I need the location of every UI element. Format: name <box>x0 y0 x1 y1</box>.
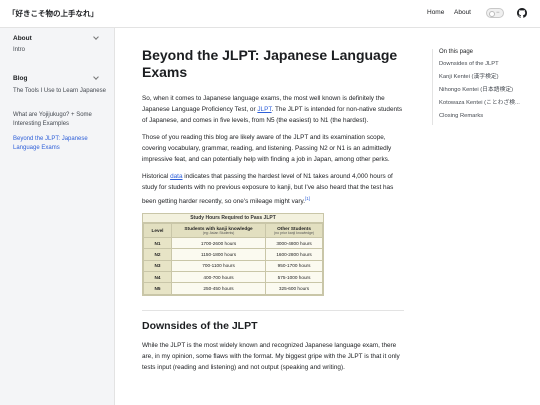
table-cell-level: N1 <box>143 237 172 250</box>
site-title[interactable]: 「好きこそ物の上手なれ」 <box>8 8 98 19</box>
data-link[interactable]: data <box>170 173 182 180</box>
paragraph: So, when it comes to Japanese language e… <box>142 93 404 126</box>
chevron-down-icon[interactable] <box>93 74 99 80</box>
paragraph-text: Historical <box>142 173 171 180</box>
column-header-label: Other Students <box>277 225 311 231</box>
jlpt-link[interactable]: JLPT <box>257 106 271 113</box>
top-navbar: 「好きこそ物の上手なれ」 Home About − <box>0 0 540 28</box>
article: Beyond the JLPT: Japanese Language Exams… <box>142 47 404 379</box>
column-header-label: Students with kanji knowledge <box>184 225 253 231</box>
github-icon[interactable] <box>517 8 527 18</box>
paragraph: Those of you reading this blog are likel… <box>142 134 392 163</box>
column-header: Students with kanji knowledge (eg: Asian … <box>170 223 267 239</box>
table-row: N3 700-1100 hours 950-1700 hours <box>143 259 323 273</box>
table-cell: 575-1000 hours <box>265 271 323 284</box>
table-row: N4 400-700 hours 575-1000 hours <box>143 271 323 284</box>
table-cell: 1600-2800 hours <box>265 248 323 261</box>
sidebar-category-blog[interactable]: Blog <box>13 75 27 82</box>
toc-item-kotowaza-kentei[interactable]: Kotowaza Kentei (ことわざ検... <box>439 99 537 107</box>
column-header-sublabel: (eg: Asian Students) <box>202 230 235 235</box>
chevron-down-icon[interactable] <box>93 34 99 40</box>
table-cell-level: N2 <box>143 248 172 261</box>
table-cell-level: N3 <box>143 259 172 273</box>
table-row: N1 1700-2600 hours 3000-4800 hours <box>143 237 323 250</box>
toc-item-kanji-kentei[interactable]: Kanji Kentei (漢字検定) <box>439 73 537 81</box>
toc-item-closing-remarks[interactable]: Closing Remarks <box>439 112 537 120</box>
toc-item-downsides[interactable]: Downsides of the JLPT <box>439 60 537 68</box>
minus-icon: − <box>496 10 500 16</box>
table-row: N2 1150-1800 hours 1600-2800 hours <box>143 248 323 261</box>
table-cell: 1700-2600 hours <box>170 237 267 250</box>
sidebar-item-intro[interactable]: Intro <box>13 46 108 55</box>
column-header: Level <box>143 223 172 239</box>
table-cell: 950-1700 hours <box>265 259 323 273</box>
table-cell: 325-600 hours <box>265 282 323 295</box>
table-cell: 3000-4800 hours <box>265 237 323 250</box>
footnote-link[interactable]: [1] <box>305 196 310 201</box>
nav-home-link[interactable]: Home <box>427 9 444 16</box>
sidebar: About Intro Blog The Tools I Use to Lear… <box>0 28 115 405</box>
table-header-row: Level Students with kanji knowledge (eg: … <box>143 223 323 239</box>
sidebar-item-beyond-jlpt[interactable]: Beyond the JLPT: Japanese Language Exams <box>13 135 108 153</box>
theme-toggle-icon[interactable]: − <box>486 8 504 18</box>
column-header-sublabel: (no prior kanji knowledge) <box>274 230 315 235</box>
table-cell: 400-700 hours <box>170 271 267 284</box>
study-hours-table: Level Students with kanji knowledge (eg: … <box>143 223 323 295</box>
column-header: Other Students (no prior kanji knowledge) <box>265 223 323 239</box>
study-hours-table-image: Study Hours Required to Pass JLPT Level … <box>142 213 324 296</box>
toggle-knob <box>489 10 495 17</box>
table-cell: 1150-1800 hours <box>170 248 267 261</box>
sidebar-item-tools[interactable]: The Tools I Use to Learn Japanese <box>13 87 108 96</box>
nav-about-link[interactable]: About <box>454 9 471 16</box>
paragraph: While the JLPT is the most widely known … <box>142 341 400 371</box>
table-cell: 700-1100 hours <box>170 259 267 273</box>
paragraph: Historical data indicates that passing t… <box>142 171 404 207</box>
section-heading: Downsides of the JLPT <box>142 319 258 332</box>
page-title: Beyond the JLPT: Japanese Language Exams <box>142 47 398 80</box>
toc-title: On this page <box>439 49 474 55</box>
table-cell-level: N5 <box>143 282 172 295</box>
toc-item-nihongo-kentei[interactable]: Nihongo Kentei (日本語検定) <box>439 86 537 94</box>
sidebar-item-yojijukugo[interactable]: What are Yojijukugo? + Some Interesting … <box>13 111 108 129</box>
table-of-contents: On this page Downsides of the JLPT Kanji… <box>432 49 537 125</box>
table-cell: 250-450 hours <box>170 282 267 295</box>
table-row: N5 250-450 hours 325-600 hours <box>143 282 323 295</box>
section-divider <box>142 309 404 311</box>
table-caption: Study Hours Required to Pass JLPT <box>143 214 323 224</box>
table-cell-level: N4 <box>143 271 172 284</box>
sidebar-category-about[interactable]: About <box>13 35 32 42</box>
column-header-label: Level <box>151 228 164 234</box>
